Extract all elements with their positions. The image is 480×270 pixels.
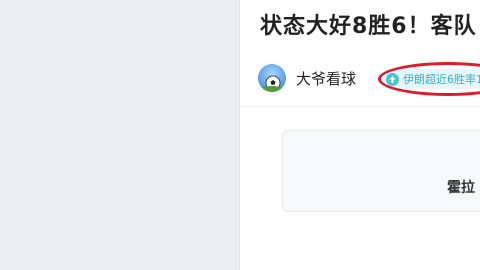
arrow-up-icon — [386, 72, 399, 86]
card-text: 霍拉 — [447, 180, 475, 196]
author-name[interactable]: 大爷看球 — [296, 68, 356, 89]
author-row: 大爷看球 伊朗超近6胜率100 — [258, 62, 480, 96]
topic-tag[interactable]: 伊朗超近6胜率100 — [382, 69, 480, 89]
soccer-ball-icon — [260, 75, 284, 92]
topic-tag-label: 伊朗超近6胜率100 — [403, 73, 480, 86]
article-title: 状态大好8胜6！客队 — [260, 14, 477, 39]
article-panel: 状态大好8胜6！客队 大爷看球 伊朗超近6胜率100 霍拉 — [240, 0, 480, 270]
author-avatar[interactable] — [258, 64, 286, 92]
divider — [240, 106, 480, 107]
left-blank-pane — [0, 0, 240, 270]
content-card[interactable]: 霍拉 — [282, 130, 480, 212]
